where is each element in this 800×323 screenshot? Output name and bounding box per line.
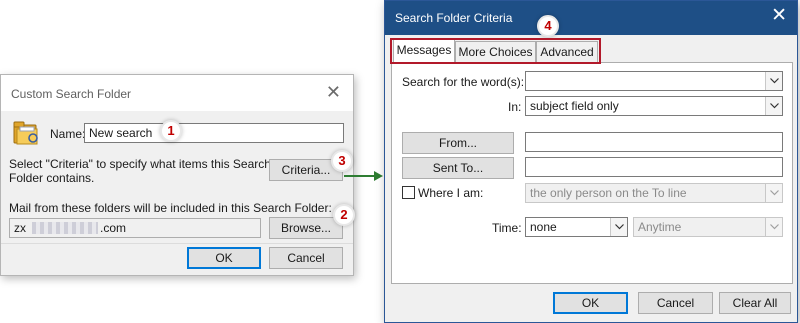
sent-to-button[interactable]: Sent To... <box>402 157 514 179</box>
in-value: subject field only <box>530 99 619 113</box>
cancel-button[interactable]: Cancel <box>269 247 343 269</box>
time-value: none <box>530 220 557 234</box>
tab-advanced[interactable]: Advanced <box>536 41 598 63</box>
chevron-down-icon <box>765 184 782 202</box>
folder-path-field: zx .com <box>9 218 261 238</box>
search-words-combo[interactable] <box>525 71 783 91</box>
time-range-combo: Anytime <box>633 217 783 237</box>
folders-label: Mail from these folders will be included… <box>9 201 332 215</box>
title-bar: Search Folder Criteria ✕ <box>385 1 797 35</box>
close-icon[interactable]: ✕ <box>326 83 341 101</box>
step-badge-2: 2 <box>333 204 355 226</box>
close-icon[interactable]: ✕ <box>771 6 787 25</box>
folder-path-prefix: zx <box>14 221 26 235</box>
from-button[interactable]: From... <box>402 132 514 154</box>
step-badge-4: 4 <box>537 15 559 37</box>
arrow-right-icon <box>344 171 383 181</box>
criteria-description-line2: Folder contains. <box>9 171 95 185</box>
step-badge-3: 3 <box>331 150 353 172</box>
redacted-text <box>32 222 98 234</box>
divider <box>1 243 353 244</box>
tab-more-choices[interactable]: More Choices <box>455 41 536 63</box>
chevron-down-icon[interactable] <box>765 97 782 115</box>
chevron-down-icon <box>765 218 782 236</box>
search-words-label: Search for the word(s): <box>402 75 525 89</box>
ok-button[interactable]: OK <box>553 292 628 314</box>
where-i-am-label: Where I am: <box>418 186 484 200</box>
chevron-down-icon[interactable] <box>765 72 782 90</box>
from-input[interactable] <box>525 132 783 152</box>
cancel-button[interactable]: Cancel <box>638 292 713 314</box>
search-folder-criteria-dialog: Search Folder Criteria ✕ Messages More C… <box>384 0 798 323</box>
folder-path-suffix: .com <box>100 221 127 235</box>
name-input[interactable]: New search <box>84 123 344 143</box>
step-badge-1: 1 <box>160 120 182 142</box>
criteria-description-line1: Select "Criteria" to specify what items … <box>9 157 271 171</box>
time-label: Time: <box>492 221 522 235</box>
name-label: Name: <box>50 127 86 141</box>
title-bar: Custom Search Folder ✕ <box>1 75 353 111</box>
name-input-value: New search <box>89 126 153 140</box>
messages-panel: Search for the word(s): In: subject fiel… <box>391 62 793 284</box>
in-combo[interactable]: subject field only <box>525 96 783 116</box>
time-range-value: Anytime <box>638 220 682 234</box>
browse-button[interactable]: Browse... <box>269 217 343 239</box>
where-i-am-value: the only person on the To line <box>530 186 687 200</box>
search-folder-icon <box>13 121 38 145</box>
chevron-down-icon[interactable] <box>610 218 627 236</box>
sent-to-input[interactable] <box>525 157 783 177</box>
dialog-title: Custom Search Folder <box>11 87 132 101</box>
in-label: In: <box>508 100 522 114</box>
time-combo[interactable]: none <box>525 217 628 237</box>
tab-messages[interactable]: Messages <box>393 39 455 63</box>
clear-all-button[interactable]: Clear All <box>719 292 791 314</box>
dialog-title: Search Folder Criteria <box>395 11 513 25</box>
where-i-am-combo: the only person on the To line <box>525 183 783 203</box>
where-i-am-checkbox[interactable] <box>402 186 415 199</box>
ok-button[interactable]: OK <box>187 247 261 269</box>
custom-search-folder-dialog: Custom Search Folder ✕ Name: New search … <box>0 74 355 276</box>
